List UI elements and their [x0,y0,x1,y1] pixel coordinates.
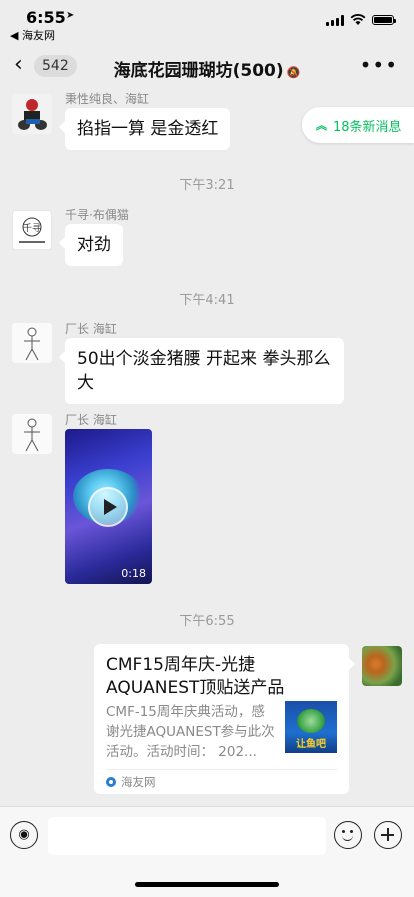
card-title: CMF15周年庆-光捷AQUANEST顶贴送产品 [106,655,285,698]
message-list[interactable]: 秉性纯良、海缸 掐指一算 是金透红 下午3:21 千寻 千寻·布偶猫 对劲 下午… [0,88,414,806]
timestamp: 下午3:21 [179,178,235,193]
avatar-image [12,414,52,454]
chat-title: 海底花园珊瑚坊(500) [113,61,284,81]
new-messages-button[interactable]: ︽ 18条新消息 [302,107,414,143]
timestamp: 下午6:55 [179,614,235,629]
card-divider [106,769,337,770]
more-options-button[interactable]: ••• [360,53,398,77]
video-message[interactable]: 0:18 [65,429,152,584]
avatar[interactable] [12,94,52,134]
link-card[interactable]: CMF15周年庆-光捷AQUANEST顶贴送产品 CMF-15周年庆典活动，感谢… [94,644,355,794]
card-description: CMF-15周年庆典活动，感谢光捷AQUANEST参与此次活动。活动时间： 20… [106,704,275,760]
sender-name: 秉性纯良、海缸 [65,92,150,106]
source-icon [106,777,116,787]
play-icon[interactable] [88,487,128,527]
status-time: 6:55 [26,8,66,27]
chat-title-wrapper: 海底花园珊瑚坊(500) 🔕 [0,56,414,81]
message-bubble[interactable]: 掐指一算 是金透红 [58,108,231,150]
signal-icon [326,14,344,26]
emoji-icon[interactable] [334,821,362,849]
avatar-image [12,323,52,363]
status-bar: 6:55 ➤ ◀ 海友网 [0,0,414,44]
avatar[interactable] [12,414,52,454]
card-source-label: 海友网 [121,775,156,789]
status-icons [326,14,396,26]
sender-name: 千寻·布偶猫 [65,208,129,222]
sender-name: 厂长 海缸 [65,322,117,336]
back-to-app-link[interactable]: ◀ 海友网 [10,27,55,43]
message-bubble[interactable]: 对劲 [59,224,123,266]
timestamp: 下午4:41 [179,293,235,308]
card-thumbnail-label: 让鱼吧 [296,739,326,750]
avatar[interactable]: 千寻 [12,210,52,250]
my-avatar[interactable] [362,646,402,686]
home-indicator [135,882,279,887]
voice-input-icon[interactable]: ◉ [10,821,38,849]
video-duration: 0:18 [121,567,146,580]
battery-icon [372,15,396,25]
avatar-text: 千寻 [23,223,41,234]
sender-name: 厂长 海缸 [65,413,117,427]
wifi-icon [350,14,366,25]
mute-bell-icon: 🔕 [286,66,301,79]
location-icon: ➤ [66,10,75,21]
chat-header: ‹ 542 海底花园珊瑚坊(500) 🔕 ••• [0,44,414,88]
message-input[interactable] [48,817,326,855]
message-bubble[interactable]: 50出个淡金猪腰 开起来 拳头那么大 [59,338,344,404]
avatar[interactable] [12,323,52,363]
card-source: 海友网 [106,774,156,790]
add-more-icon[interactable] [374,821,402,849]
card-thumbnail: 让鱼吧 [285,701,337,753]
double-chevron-up-icon: ︽ [316,119,327,132]
avatar-image [12,94,52,134]
new-messages-label: 18条新消息 [333,119,402,135]
avatar-image: 千寻 [13,211,51,249]
